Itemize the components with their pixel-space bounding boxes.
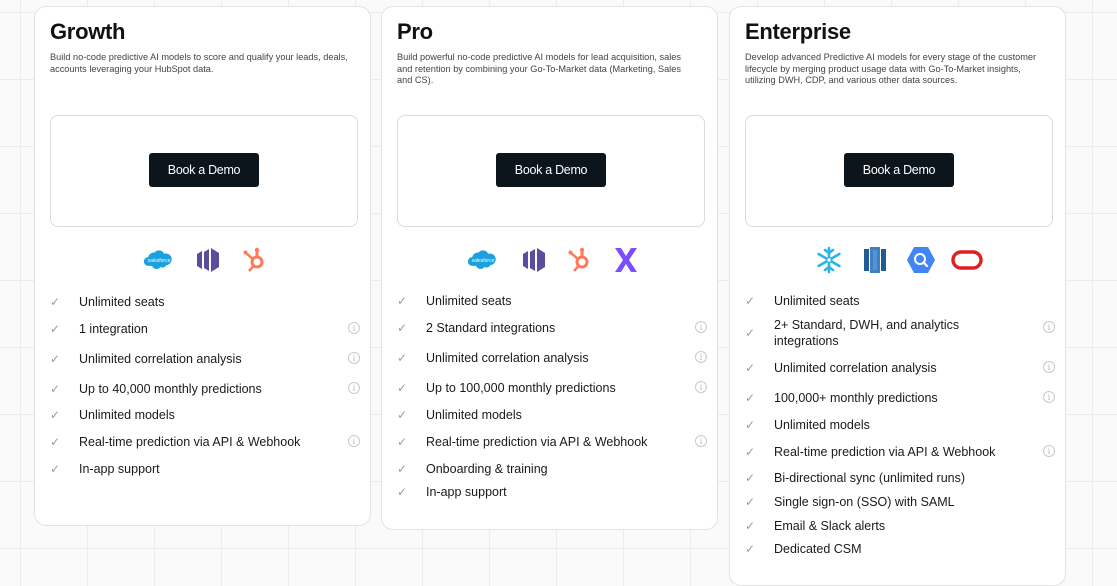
check-icon: ✓	[745, 418, 756, 432]
salesforce-icon: salesforce	[465, 245, 501, 275]
check-icon: ✓	[397, 485, 408, 499]
plan-title: Pro	[397, 19, 433, 44]
check-icon: ✓	[50, 435, 61, 449]
check-icon: ✓	[50, 462, 61, 476]
feature-text: Unlimited seats	[79, 295, 165, 309]
feature-text: 1 integration	[79, 322, 148, 336]
feature-text: 100,000+ monthly predictions	[774, 391, 938, 405]
integration-logos: salesforce	[35, 245, 370, 275]
plan-description: Build powerful no-code predictive AI mod…	[397, 52, 681, 85]
info-icon[interactable]: i	[695, 435, 707, 447]
check-icon: ✓	[745, 542, 756, 556]
feature-text: Unlimited seats	[426, 294, 512, 308]
check-icon: ✓	[50, 295, 61, 309]
check-icon: ✓	[745, 391, 756, 405]
cta-panel: Book a Demo	[397, 115, 705, 227]
plan-title: Enterprise	[745, 19, 851, 44]
info-icon[interactable]: i	[1043, 321, 1055, 333]
plan-card-growth: Growth Build no-code predictive AI model…	[34, 6, 371, 526]
plan-description: Develop advanced Predictive AI models fo…	[745, 52, 1037, 85]
cta-panel: Book a Demo	[745, 115, 1053, 227]
feature-text: 2 Standard integrations	[426, 321, 556, 335]
check-icon: ✓	[745, 445, 756, 459]
integration-logos: salesforce	[382, 245, 717, 275]
hubspot-icon	[562, 245, 598, 275]
check-icon: ✓	[745, 519, 756, 533]
feature-text: Single sign-on (SSO) with SAML	[774, 495, 955, 509]
integration-logos	[730, 245, 1065, 275]
info-icon[interactable]: i	[695, 351, 707, 363]
book-demo-button[interactable]: Book a Demo	[844, 153, 954, 187]
info-icon[interactable]: i	[348, 322, 360, 334]
check-icon: ✓	[745, 326, 756, 340]
check-icon: ✓	[397, 435, 408, 449]
connector-x-icon	[608, 245, 644, 275]
check-icon: ✓	[397, 294, 408, 308]
info-icon[interactable]: i	[348, 435, 360, 447]
info-icon[interactable]: i	[695, 321, 707, 333]
plan-title: Growth	[50, 19, 126, 44]
svg-text:salesforce: salesforce	[472, 258, 495, 264]
check-icon: ✓	[397, 321, 408, 335]
feature-text: Real-time prediction via API & Webhook	[774, 445, 996, 459]
check-icon: ✓	[745, 361, 756, 375]
check-icon: ✓	[50, 382, 61, 396]
feature-text: Bi-directional sync (unlimited runs)	[774, 471, 966, 485]
check-icon: ✓	[50, 322, 61, 336]
check-icon: ✓	[397, 408, 408, 422]
feature-text: Unlimited models	[774, 418, 870, 432]
marketo-icon	[190, 245, 226, 275]
feature-text: Unlimited correlation analysis	[79, 352, 242, 366]
svg-text:salesforce: salesforce	[148, 258, 171, 264]
check-icon: ✓	[397, 381, 408, 395]
feature-text: Unlimited correlation analysis	[774, 361, 937, 375]
feature-text: Real-time prediction via API & Webhook	[426, 435, 648, 449]
salesforce-icon: salesforce	[141, 245, 177, 275]
cta-panel: Book a Demo	[50, 115, 358, 227]
check-icon: ✓	[50, 408, 61, 422]
info-icon[interactable]: i	[1043, 361, 1055, 373]
bigquery-icon	[903, 245, 939, 275]
feature-text: Dedicated CSM	[774, 542, 862, 556]
info-icon[interactable]: i	[695, 381, 707, 393]
plan-card-enterprise: Enterprise Develop advanced Predictive A…	[729, 6, 1066, 586]
info-icon[interactable]: i	[1043, 391, 1055, 403]
check-icon: ✓	[745, 495, 756, 509]
snowflake-icon	[811, 245, 847, 275]
feature-text: Email & Slack alerts	[774, 519, 886, 533]
check-icon: ✓	[50, 352, 61, 366]
plan-description: Build no-code predictive AI models to sc…	[50, 52, 348, 74]
feature-text: Up to 40,000 monthly predictions	[79, 382, 262, 396]
hubspot-icon	[237, 245, 273, 275]
check-icon: ✓	[745, 471, 756, 485]
feature-text: In-app support	[79, 462, 160, 476]
info-icon[interactable]: i	[348, 382, 360, 394]
feature-text: Up to 100,000 monthly predictions	[426, 381, 616, 395]
check-icon: ✓	[397, 351, 408, 365]
book-demo-button[interactable]: Book a Demo	[496, 153, 606, 187]
feature-text: 2+ Standard, DWH, and analytics integrat…	[774, 318, 960, 348]
marketo-icon	[516, 245, 552, 275]
info-icon[interactable]: i	[348, 352, 360, 364]
feature-text: Real-time prediction via API & Webhook	[79, 435, 301, 449]
oracle-icon	[949, 245, 985, 275]
check-icon: ✓	[397, 462, 408, 476]
info-icon[interactable]: i	[1043, 445, 1055, 457]
feature-text: Unlimited seats	[774, 294, 860, 308]
feature-text: In-app support	[426, 485, 507, 499]
book-demo-button[interactable]: Book a Demo	[149, 153, 259, 187]
plan-card-pro: Pro Build powerful no-code predictive AI…	[381, 6, 718, 530]
feature-text: Unlimited models	[79, 408, 175, 422]
redshift-icon	[857, 245, 893, 275]
check-icon: ✓	[745, 294, 756, 308]
feature-text: Unlimited models	[426, 408, 522, 422]
feature-text: Onboarding & training	[426, 462, 548, 476]
feature-text: Unlimited correlation analysis	[426, 351, 589, 365]
